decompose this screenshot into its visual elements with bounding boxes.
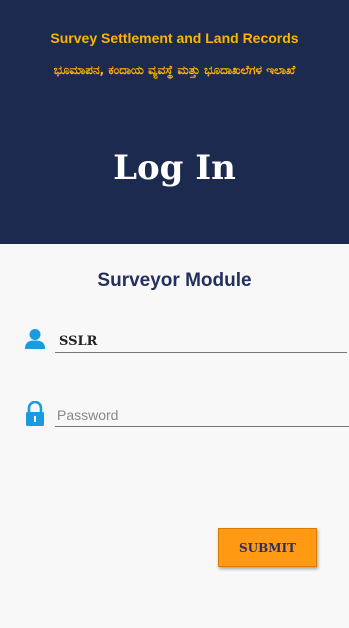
organization-name-kannada: ಭೂಮಾಪನ, ಕಂದಾಯ ವ್ಯವಸ್ಥೆ ಮತ್ತು ಭೂದಾಖಲೆಗಳ ಇ… (53, 63, 296, 77)
lock-icon (25, 400, 45, 431)
password-input[interactable] (55, 404, 349, 427)
page-title: Log In (113, 148, 236, 188)
header-banner: Survey Settlement and Land Records ಭೂಮಾಪ… (0, 0, 349, 244)
organization-name-english: Survey Settlement and Land Records (50, 30, 299, 46)
username-input[interactable] (55, 330, 347, 353)
submit-button[interactable]: SUBMIT (218, 528, 317, 567)
module-title: Surveyor Module (97, 270, 252, 291)
user-icon (24, 328, 46, 354)
